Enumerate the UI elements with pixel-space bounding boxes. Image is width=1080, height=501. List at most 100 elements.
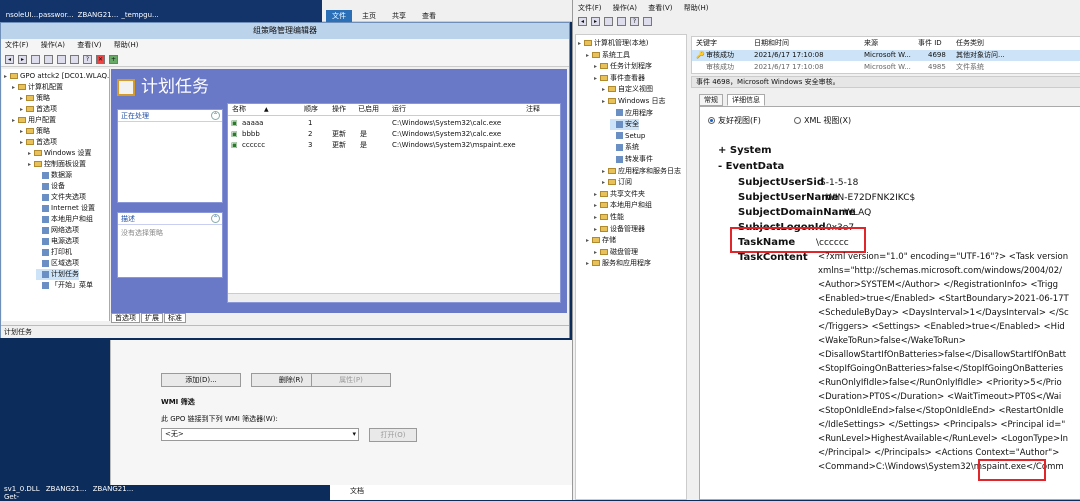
- cm-tree-item[interactable]: ▸ 设备管理器: [594, 224, 645, 235]
- col-task-category[interactable]: 任务类别: [956, 37, 984, 49]
- up-folder-icon[interactable]: [31, 54, 40, 64]
- explorer-tab-file[interactable]: 文件: [326, 10, 352, 22]
- col-run[interactable]: 运行: [392, 104, 406, 115]
- back-icon[interactable]: ◂: [5, 54, 14, 64]
- up-folder-icon[interactable]: [604, 16, 613, 26]
- cm-tree-item[interactable]: ▸ 计算机管理(本地): [578, 38, 648, 49]
- cm-tree-item[interactable]: ▸ 任务计划程序: [594, 61, 652, 72]
- forward-icon[interactable]: ▸: [18, 54, 27, 64]
- cm-tree-item[interactable]: ▸ 存储: [586, 235, 616, 246]
- tab-general[interactable]: 常规: [699, 94, 723, 106]
- cm-tree-item[interactable]: 转发事件: [610, 154, 653, 165]
- tree-item[interactable]: ▸ 策略: [20, 93, 50, 104]
- processing-header[interactable]: 正在处理 ⌃: [118, 110, 222, 122]
- tree-item[interactable]: Internet 设置: [36, 203, 95, 214]
- refresh-icon[interactable]: [70, 54, 79, 64]
- explorer-tab-share[interactable]: 共享: [386, 10, 412, 22]
- explorer-tab-home[interactable]: 主页: [356, 10, 382, 22]
- menu-view[interactable]: 查看(V): [77, 41, 101, 49]
- add-button[interactable]: 添加(D)...: [161, 373, 241, 387]
- tree-item[interactable]: 设备: [36, 181, 65, 192]
- add-icon[interactable]: +: [109, 54, 118, 64]
- tree-item[interactable]: ▸ 首选项: [20, 104, 57, 115]
- menu-help[interactable]: 帮助(H): [114, 41, 139, 49]
- tree-item[interactable]: ▸ 策略: [20, 126, 50, 137]
- properties-icon[interactable]: [643, 16, 652, 26]
- cm-menu-file[interactable]: 文件(F): [578, 4, 602, 12]
- event-row[interactable]: 🔑 审核成功 2021/6/17 17:10:08 Microsoft W...…: [692, 50, 1080, 61]
- cm-tree-item[interactable]: ▸ 应用程序和服务日志: [602, 166, 681, 177]
- explorer-item-docs[interactable]: 文档: [350, 486, 364, 496]
- cm-tree-item[interactable]: ▸ 共享文件夹: [594, 189, 645, 200]
- tree-item[interactable]: 「开始」菜单: [36, 280, 93, 291]
- desktop-icon-1[interactable]: passwor...: [34, 0, 78, 22]
- help-icon[interactable]: ?: [83, 54, 92, 64]
- tree-item[interactable]: 区域选项: [36, 258, 79, 269]
- cm-tree-item[interactable]: 安全: [610, 119, 639, 131]
- cm-tree-item[interactable]: 应用程序: [610, 108, 653, 119]
- menu-file[interactable]: 文件(F): [5, 41, 29, 49]
- col-order[interactable]: 顺序: [304, 104, 318, 115]
- back-icon[interactable]: ◂: [578, 16, 587, 26]
- open-button[interactable]: 打开(O): [369, 428, 417, 442]
- tree-item[interactable]: 数据源: [36, 170, 72, 181]
- table-row[interactable]: ▣ aaaaa 1 C:\Windows\System32\calc.exe: [228, 118, 560, 129]
- cm-tree-item[interactable]: ▸ 服务和应用程序: [586, 258, 651, 269]
- event-row[interactable]: 审核成功 2021/6/17 17:10:08 Microsoft W... 4…: [692, 62, 1080, 72]
- properties-button[interactable]: 属性(P): [311, 373, 391, 387]
- col-event-id[interactable]: 事件 ID: [918, 37, 942, 49]
- col-keyword[interactable]: 关键字: [696, 37, 717, 49]
- cm-menu-help[interactable]: 帮助(H): [684, 4, 709, 12]
- tree-item[interactable]: 文件夹选项: [36, 192, 86, 203]
- tab-preferences[interactable]: 首选项: [111, 313, 140, 323]
- tree-item[interactable]: 打印机: [36, 247, 72, 258]
- desktop-bottom-icon[interactable]: ZBANG21...: [93, 485, 134, 493]
- col-source[interactable]: 来源: [864, 37, 878, 49]
- cm-tree-item[interactable]: 系统: [610, 142, 639, 153]
- cm-tree-item[interactable]: ▸ 订阅: [602, 177, 632, 188]
- cm-tree-item[interactable]: ▸ 性能: [594, 212, 624, 223]
- cm-tree-item[interactable]: ▸ 系统工具: [586, 50, 630, 61]
- col-action[interactable]: 操作: [332, 104, 346, 115]
- cm-tree-item[interactable]: Setup: [610, 131, 645, 142]
- eventdata-section[interactable]: - EventData: [718, 161, 784, 172]
- tab-extended[interactable]: 扩展: [141, 313, 163, 323]
- tree-item[interactable]: ▸ GPO attck2 [DC01.WLAQ.CO: [4, 71, 109, 82]
- delete-icon[interactable]: ✕: [96, 54, 105, 64]
- tree-item[interactable]: ▸ 用户配置: [12, 115, 56, 126]
- desktop-icon-3[interactable]: _tempgu...: [118, 0, 162, 22]
- horizontal-scrollbar[interactable]: [228, 293, 560, 302]
- wmi-filter-select[interactable]: <无> ▾: [161, 428, 359, 441]
- desktop-bottom-icon[interactable]: ZBANG21...: [46, 485, 87, 493]
- cm-tree-item[interactable]: ▸ 本地用户和组: [594, 200, 652, 211]
- xml-view-radio[interactable]: XML 视图(X): [794, 115, 851, 126]
- col-datetime[interactable]: 日期和时间: [754, 37, 789, 49]
- help-icon[interactable]: ?: [630, 16, 639, 26]
- cm-menu-view[interactable]: 查看(V): [648, 4, 672, 12]
- tree-item[interactable]: 计划任务: [36, 269, 79, 280]
- tree-item[interactable]: ▸ 计算机配置: [12, 82, 63, 93]
- table-row[interactable]: ▣ cccccc 3 更新 是 C:\Windows\System32\mspaint.e…: [228, 140, 560, 151]
- collapse-icon[interactable]: ⌃: [211, 214, 220, 223]
- col-enabled[interactable]: 已启用: [358, 104, 379, 115]
- cm-tree-item[interactable]: ▸ 事件查看器: [594, 73, 645, 84]
- menu-action[interactable]: 操作(A): [41, 41, 65, 49]
- tree-item[interactable]: 本地用户和组: [36, 214, 93, 225]
- cm-tree-item[interactable]: ▸ 磁盘管理: [594, 247, 638, 258]
- system-section[interactable]: + System: [718, 145, 772, 156]
- friendly-view-radio[interactable]: 友好视图(F): [708, 115, 761, 126]
- forward-icon[interactable]: ▸: [591, 16, 600, 26]
- show-tree-icon[interactable]: [44, 54, 53, 64]
- explorer-tab-view[interactable]: 查看: [416, 10, 442, 22]
- cm-menu-action[interactable]: 操作(A): [613, 4, 637, 12]
- desktop-icon-2[interactable]: ZBANG21...: [76, 0, 120, 22]
- tree-item[interactable]: 网络选项: [36, 225, 79, 236]
- col-comment[interactable]: 注释: [526, 104, 540, 115]
- properties-icon[interactable]: [57, 54, 66, 64]
- show-tree-icon[interactable]: [617, 16, 626, 26]
- tree-item[interactable]: ▸ 控制面板设置: [28, 159, 86, 170]
- tab-details[interactable]: 详细信息: [727, 94, 765, 106]
- tree-item[interactable]: ▸ 首选项: [20, 137, 57, 148]
- cm-tree-item[interactable]: ▸ 自定义视图: [602, 84, 653, 95]
- tab-standard[interactable]: 标准: [164, 313, 186, 323]
